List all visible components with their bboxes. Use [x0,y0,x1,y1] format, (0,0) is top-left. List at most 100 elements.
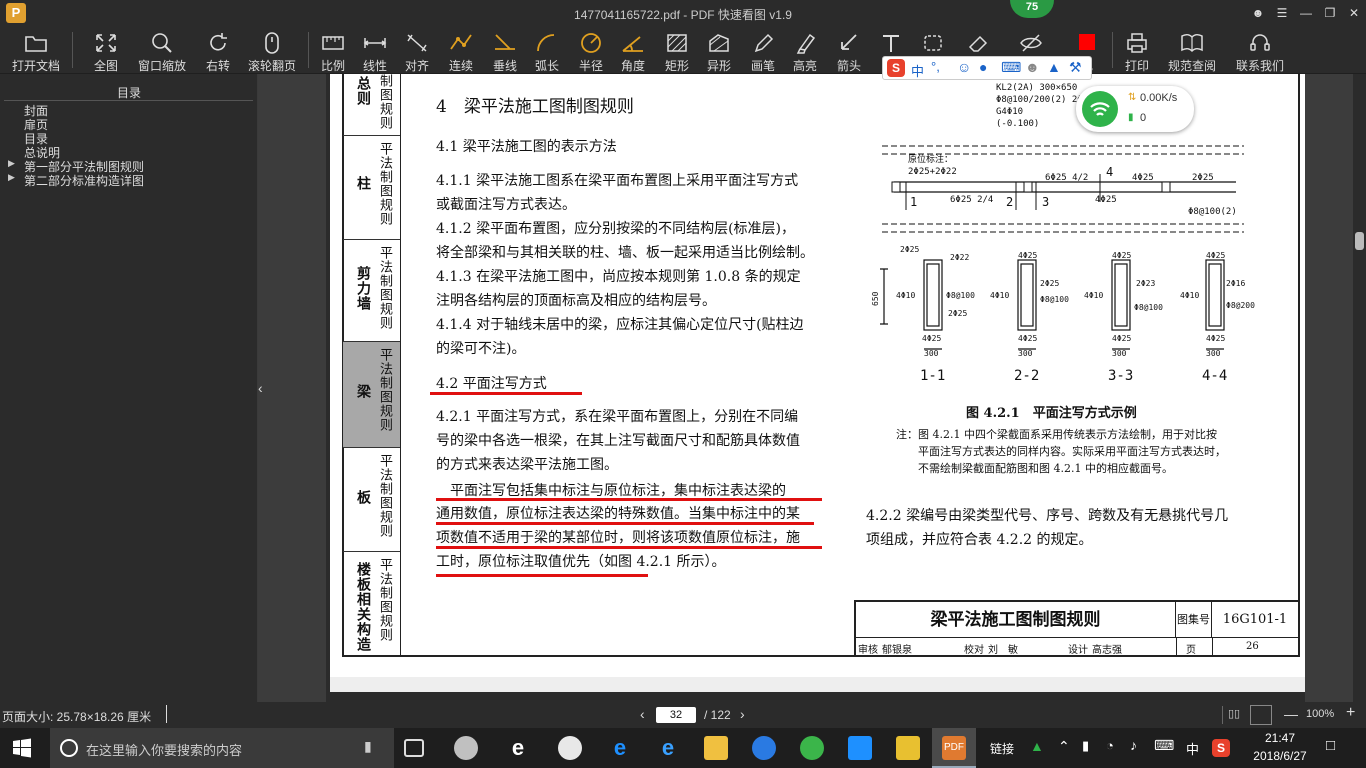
edge-browser-icon[interactable]: e [608,736,632,760]
rectangle-tool[interactable]: 矩形 [660,28,694,73]
color-swatch-icon [1079,34,1095,50]
toc-item-part-two[interactable]: ▶ 第二部分标准构造详图 [8,172,144,189]
open-document-button[interactable]: 打开文档 [8,28,64,73]
scrollbar-thumb[interactable] [1355,232,1364,250]
plus-app-icon[interactable] [848,736,872,760]
dimension-icon [363,38,387,48]
input-method-indicator[interactable]: 中 [1186,739,1199,758]
spec-lookup-button[interactable]: 规范查阅 [1164,28,1220,73]
para-4-1-1-line1: 4.1.1 梁平法施工图系在梁平面布置图上采用平面注写方式 [436,173,799,189]
contact-us-button[interactable]: 联系我们 [1232,28,1288,73]
radius-tool[interactable]: 半径 [574,28,608,73]
upload-arrow-icon: ⇅ [1128,92,1137,103]
zoom-in-button[interactable]: + [1346,704,1355,722]
prev-page-button[interactable]: ‹ [640,706,645,722]
side-tab-column: 柱平法制图规则 [343,136,400,240]
volume-icon[interactable]: ♪ [1130,737,1137,753]
microphone-icon[interactable]: ● [979,59,987,75]
print-button[interactable]: 打印 [1120,28,1154,73]
pen-tool[interactable]: 画笔 [746,28,780,73]
emoji-icon[interactable]: ☺ [957,59,971,75]
window-zoom-button[interactable]: 窗口缩放 [134,28,190,73]
pinwheel-app-icon[interactable] [454,736,478,760]
keyboard-icon[interactable]: ⌨ [1001,59,1021,76]
notification-center-icon[interactable]: □ [1326,737,1335,754]
single-page-view-icon[interactable]: ▯▯ [1228,707,1240,720]
scale-tool[interactable]: 比例 [316,28,350,73]
title-block-signature-row: 审核 郁银泉 校对 刘 敏 设计 高志强 页 26 [856,638,1298,657]
arrow-tool[interactable]: 箭头 [832,28,866,73]
clock-time[interactable]: 21:47 [1250,731,1310,745]
drawing-text: 300 [924,349,939,358]
arc-length-tool[interactable]: 弧长 [530,28,564,73]
ruler-icon [322,36,344,50]
g-app-icon[interactable] [752,736,776,760]
windows-start-icon[interactable] [12,738,32,758]
wifi-tray-icon[interactable]: ▲ [1030,738,1044,754]
ie-icon[interactable]: e [656,736,680,760]
network-icon[interactable]: ◔ [1106,738,1114,753]
ime-mode[interactable]: 中 [911,61,924,80]
search-placeholder: 在这里输入你要搜索的内容 [86,743,243,758]
rotate-right-button[interactable]: 右转 [198,28,238,73]
skin-icon[interactable]: ▲ [1047,59,1061,75]
expand-arrow-icon[interactable]: ▶ [8,172,15,183]
menu-icon[interactable]: ☰ [1272,4,1292,22]
next-page-button[interactable]: › [740,706,745,722]
restore-button[interactable]: ❐ [1320,4,1340,22]
atlas-label: 图集号 [1176,602,1212,638]
irregular-shape-tool[interactable]: 异形 [702,28,736,73]
para-4-1-2-line2: 将全部梁和与其相关联的柱、墙、板一起采用适当比例绘制。 [436,245,814,261]
sogou-tray-icon[interactable]: S [1212,739,1230,757]
tray-label[interactable]: 链接 [990,740,1014,757]
highlight-tool[interactable]: 高亮 [788,28,822,73]
angle-tool[interactable]: 角度 [616,28,650,73]
drawing-text: 6Φ25 2/4 [950,195,993,205]
section-number: 2 [1006,195,1013,209]
task-view-icon[interactable] [404,739,424,757]
microphone-icon[interactable]: ▮ [364,738,372,755]
frame-line [400,74,401,657]
perpendicular-tool[interactable]: 垂线 [488,28,522,73]
clock-date[interactable]: 2018/6/27 [1246,749,1314,763]
continuous-view-icon[interactable] [1250,705,1272,725]
user-icon[interactable]: ☻ [1248,4,1268,22]
ie-browser-icon[interactable]: e [506,736,530,760]
notes-app-icon[interactable] [896,736,920,760]
file-explorer-icon[interactable] [704,736,728,760]
drawing-text: 4Φ10 [1180,291,1199,300]
taskbar-search-box[interactable]: 在这里输入你要搜索的内容 ▮ [50,728,394,768]
punctuation-icon[interactable]: °, [931,59,940,74]
close-button[interactable]: ✕ [1344,4,1364,22]
battery-icon[interactable]: ▮ [1082,738,1089,754]
para-4-2-1b-line4: 工时，原位标注取值优先（如图 4.2.1 所示）。 [436,554,726,570]
radius-icon [581,33,601,53]
keyboard-icon[interactable]: ⌨ [1154,737,1174,754]
chrome-like-icon[interactable] [558,736,582,760]
minimize-button[interactable]: — [1296,4,1316,22]
page-number-input[interactable]: 32 [656,707,696,723]
section-number: 3 [1042,195,1049,209]
mouse-icon [265,32,279,54]
viewer-margin [258,74,326,702]
ime-toolbar[interactable]: S 中 °, ☺ ● ⌨ ☻ ▲ ⚒ [882,56,1092,80]
chevron-up-icon[interactable]: ⌃ [1058,738,1070,755]
user-icon[interactable]: ☻ [1025,59,1040,75]
continuous-tool[interactable]: 连续 [444,28,478,73]
main-toolbar: 打开文档 全图 窗口缩放 右转 滚轮翻页 比例 线性 对齐 连续 垂线 弧长 半… [0,26,1366,74]
collapse-sidebar-icon[interactable]: ‹ [258,380,268,396]
green-app-icon[interactable] [800,736,824,760]
vertical-scrollbar[interactable] [1353,74,1366,702]
scroll-page-button[interactable]: 滚轮翻页 [244,28,300,73]
align-tool[interactable]: 对齐 [400,28,434,73]
pdf-viewer-taskbar-item[interactable]: PDF [932,728,976,768]
beam-drawing-figure: KL2(2A) 300×650 Φ8@100/200(2) 2Φ25 G4Φ10… [871,83,1255,384]
expand-arrow-icon[interactable]: ▶ [8,158,15,169]
linear-tool[interactable]: 线性 [358,28,392,73]
fit-page-button[interactable]: 全图 [86,28,126,73]
drawing-text: Φ8@100 [1134,303,1163,312]
wrench-icon[interactable]: ⚒ [1069,59,1082,76]
zoom-out-button[interactable]: — [1284,706,1298,722]
drawing-text: 2Φ25 [900,245,919,254]
drawing-text: 4Φ25 [1018,251,1037,260]
